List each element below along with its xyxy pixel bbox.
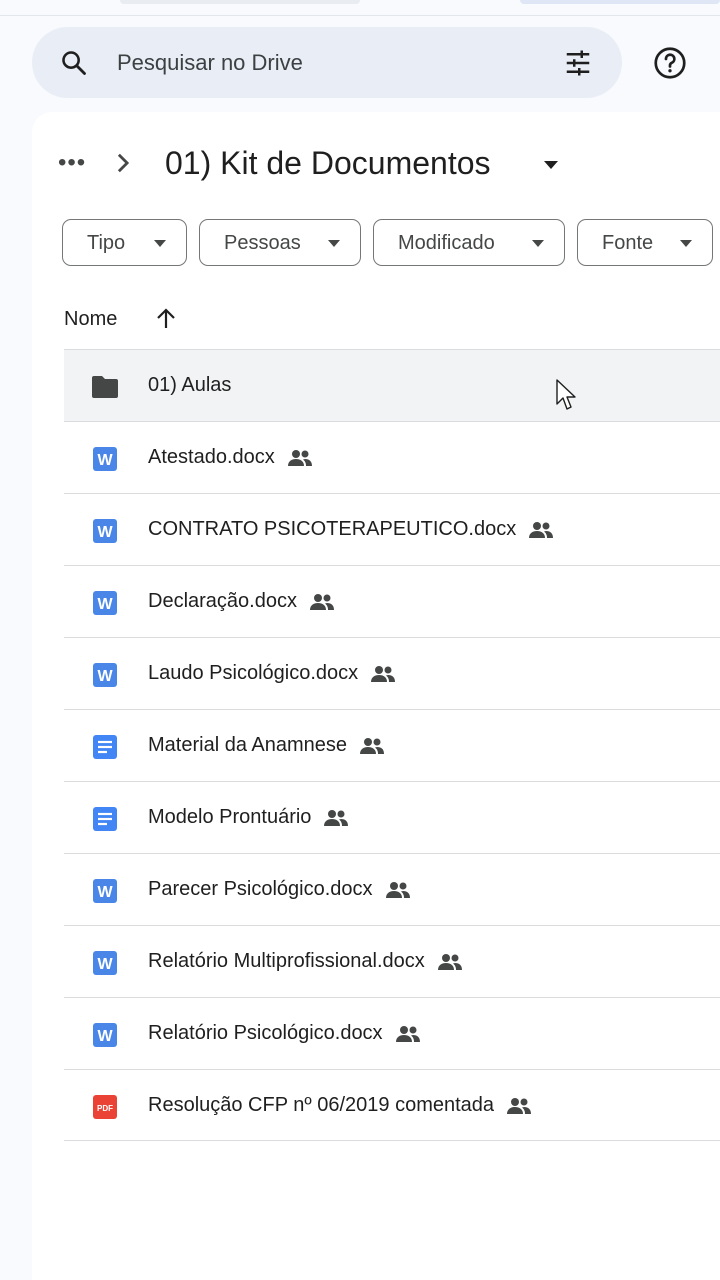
tune-icon[interactable] — [562, 48, 594, 78]
google-docs-icon — [93, 735, 117, 759]
caret-down-icon — [328, 240, 340, 247]
file-row[interactable]: W Laudo Psicológico.docx — [64, 637, 720, 709]
word-file-icon: W — [93, 879, 117, 903]
word-file-icon: W — [93, 591, 117, 615]
filter-chip-pessoas[interactable]: Pessoas — [199, 219, 361, 266]
filter-chip-label: Tipo — [87, 232, 126, 254]
file-name: Parecer Psicológico.docx — [148, 878, 411, 901]
svg-text:W: W — [97, 452, 113, 469]
word-file-icon: W — [93, 447, 117, 471]
shared-people-icon — [371, 665, 396, 682]
file-row[interactable]: Modelo Prontuário — [64, 781, 720, 853]
folder-title[interactable]: 01) Kit de Documentos — [165, 145, 491, 182]
shared-people-icon — [324, 809, 349, 826]
svg-text:W: W — [97, 1028, 113, 1045]
column-header-name[interactable]: Nome — [64, 308, 117, 331]
word-file-icon: W — [93, 519, 117, 543]
browser-top-strip — [0, 0, 720, 16]
filter-chip-label: Modificado — [398, 232, 495, 254]
shared-people-icon — [395, 1025, 420, 1042]
word-file-icon: W — [93, 663, 117, 687]
filter-chip-modificado[interactable]: Modificado — [373, 219, 565, 266]
google-docs-icon — [93, 807, 117, 831]
file-row[interactable]: W Relatório Multiprofissional.docx — [64, 925, 720, 997]
file-name: Relatório Psicológico.docx — [148, 1022, 421, 1045]
file-name: Atestado.docx — [148, 446, 313, 469]
arrow-up-icon[interactable] — [155, 307, 177, 331]
filter-chip-label: Pessoas — [224, 232, 301, 254]
filter-chip-fonte[interactable]: Fonte — [577, 219, 713, 266]
svg-text:W: W — [97, 596, 113, 613]
word-file-icon: W — [93, 1023, 117, 1047]
file-row[interactable]: W Parecer Psicológico.docx — [64, 853, 720, 925]
shared-people-icon — [360, 737, 385, 754]
chevron-right-icon — [117, 153, 130, 173]
file-row[interactable]: Material da Anamnese — [64, 709, 720, 781]
file-row[interactable]: W CONTRATO PSICOTERAPEUTICO.docx — [64, 493, 720, 565]
file-name: Modelo Prontuário — [148, 806, 349, 829]
file-name: Relatório Multiprofissional.docx — [148, 950, 463, 973]
svg-text:W: W — [97, 956, 113, 973]
help-icon[interactable] — [652, 45, 688, 81]
shared-people-icon — [385, 881, 410, 898]
shared-people-icon — [507, 1097, 532, 1114]
caret-down-icon — [680, 240, 692, 247]
shared-people-icon — [309, 593, 334, 610]
shared-people-icon — [437, 953, 462, 970]
file-row[interactable]: W Relatório Psicológico.docx — [64, 997, 720, 1069]
browser-tab[interactable] — [120, 0, 360, 4]
caret-down-icon[interactable] — [543, 160, 559, 170]
svg-text:W: W — [97, 524, 113, 541]
file-list: 01) Aulas W Atestado.docx W CONTRATO PSI… — [64, 349, 720, 1141]
svg-text:W: W — [97, 668, 113, 685]
search-bar[interactable]: Pesquisar no Drive — [32, 27, 622, 98]
filter-chip-tipo[interactable]: Tipo — [62, 219, 187, 266]
file-name: Material da Anamnese — [148, 734, 385, 757]
file-name: Resolução CFP nº 06/2019 comentada — [148, 1094, 532, 1117]
caret-down-icon — [154, 240, 166, 247]
file-row[interactable]: PDF Resolução CFP nº 06/2019 comentada — [64, 1069, 720, 1141]
caret-down-icon — [532, 240, 544, 247]
search-icon[interactable] — [60, 49, 88, 77]
file-row-folder[interactable]: 01) Aulas — [64, 349, 720, 421]
word-file-icon: W — [93, 951, 117, 975]
mouse-cursor-icon — [556, 379, 576, 410]
breadcrumb-more-button[interactable]: ••• — [58, 149, 86, 177]
file-name: CONTRATO PSICOTERAPEUTICO.docx — [148, 518, 554, 541]
shared-people-icon — [529, 521, 554, 538]
file-name: 01) Aulas — [148, 374, 232, 396]
filter-chip-label: Fonte — [602, 232, 654, 254]
browser-tab-active[interactable] — [520, 0, 720, 4]
file-row[interactable]: W Declaração.docx — [64, 565, 720, 637]
pdf-file-icon: PDF — [93, 1095, 117, 1119]
folder-icon — [92, 376, 118, 398]
file-name: Declaração.docx — [148, 590, 335, 613]
svg-text:PDF: PDF — [97, 1104, 113, 1113]
search-input[interactable]: Pesquisar no Drive — [117, 50, 303, 76]
file-name: Laudo Psicológico.docx — [148, 662, 396, 685]
svg-text:W: W — [97, 884, 113, 901]
shared-people-icon — [287, 449, 312, 466]
file-row[interactable]: W Atestado.docx — [64, 421, 720, 493]
